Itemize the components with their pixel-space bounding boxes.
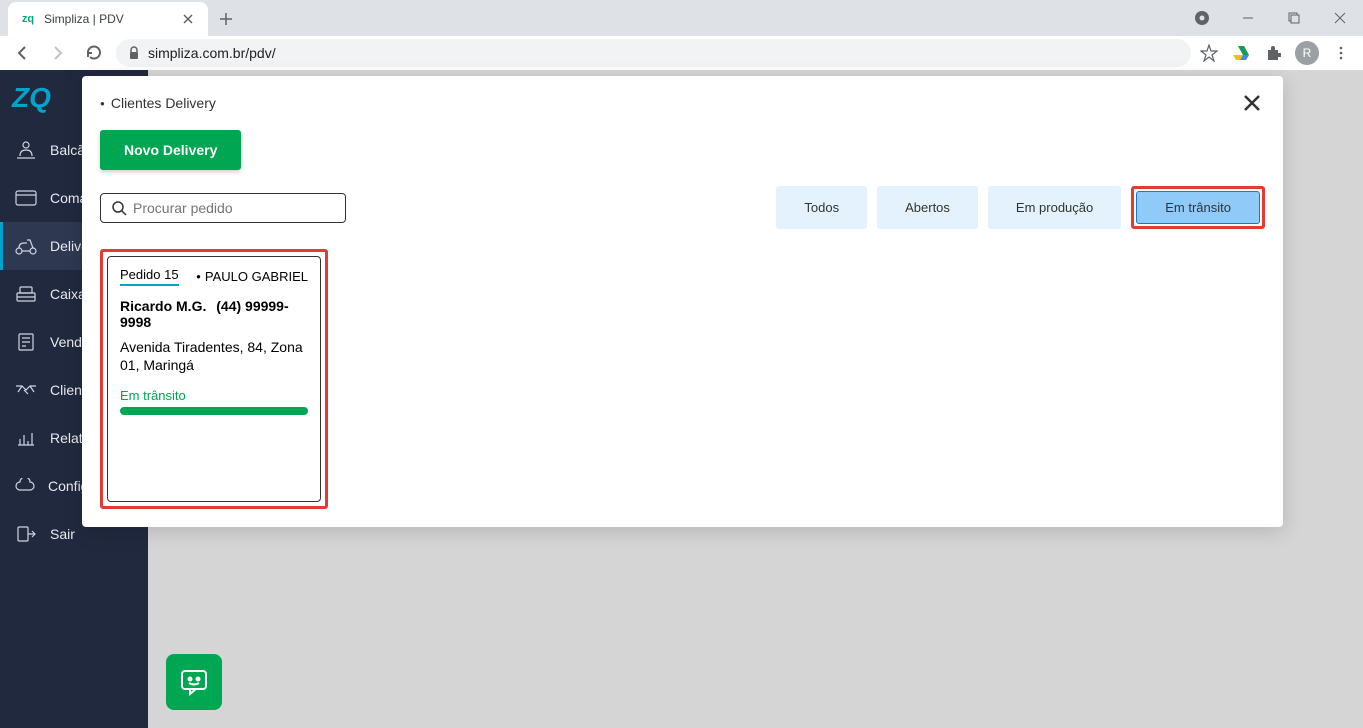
order-status: Em trânsito bbox=[120, 388, 308, 403]
register-icon bbox=[14, 284, 38, 304]
sidebar-item-label: Sair bbox=[50, 526, 75, 542]
highlight-marker: Pedido 15 PAULO GABRIEL Ricardo M.G. (44… bbox=[100, 249, 328, 509]
address-bar[interactable]: simpliza.com.br/pdv/ bbox=[116, 39, 1191, 67]
chart-icon bbox=[14, 428, 38, 448]
scooter-icon bbox=[14, 236, 38, 256]
tab-close-icon[interactable] bbox=[180, 11, 196, 27]
cloud-icon bbox=[14, 476, 36, 496]
exit-icon bbox=[14, 524, 38, 544]
counter-icon bbox=[14, 140, 38, 160]
forward-button[interactable] bbox=[44, 39, 72, 67]
new-tab-button[interactable] bbox=[212, 5, 240, 33]
customer-name: Ricardo M.G. bbox=[120, 298, 206, 314]
progress-bar bbox=[120, 407, 308, 415]
profile-avatar[interactable]: R bbox=[1295, 41, 1319, 65]
customer-address: Avenida Tiradentes, 84, Zona 01, Maringá bbox=[120, 338, 308, 374]
menu-icon[interactable] bbox=[1331, 43, 1351, 63]
search-icon bbox=[111, 200, 127, 216]
search-input[interactable] bbox=[133, 200, 335, 216]
highlight-marker: Em trânsito bbox=[1131, 186, 1265, 229]
drive-icon[interactable] bbox=[1231, 43, 1251, 63]
receipt-icon bbox=[14, 332, 38, 352]
modal-title: Clientes Delivery bbox=[100, 95, 216, 111]
window-close-button[interactable] bbox=[1317, 0, 1363, 36]
favicon-icon: zq bbox=[20, 11, 36, 27]
order-card[interactable]: Pedido 15 PAULO GABRIEL Ricardo M.G. (44… bbox=[107, 256, 321, 502]
order-number: Pedido 15 bbox=[120, 267, 179, 286]
filter-tab-abertos[interactable]: Abertos bbox=[877, 186, 978, 229]
tab-title: Simpliza | PDV bbox=[44, 12, 180, 26]
star-icon[interactable] bbox=[1199, 43, 1219, 63]
window-minimize-button[interactable] bbox=[1225, 0, 1271, 36]
chat-widget-button[interactable] bbox=[166, 654, 222, 710]
browser-tab[interactable]: zq Simpliza | PDV bbox=[8, 2, 208, 36]
delivery-modal: Clientes Delivery Novo Delivery Todos Ab… bbox=[82, 76, 1283, 527]
handshake-icon bbox=[14, 380, 38, 400]
reload-button[interactable] bbox=[80, 39, 108, 67]
profile-indicator-icon[interactable] bbox=[1179, 0, 1225, 36]
filter-tab-todos[interactable]: Todos bbox=[776, 186, 867, 229]
card-icon bbox=[14, 188, 38, 208]
filter-tab-transito[interactable]: Em trânsito bbox=[1136, 191, 1260, 224]
order-user: PAULO GABRIEL bbox=[196, 269, 308, 284]
extensions-icon[interactable] bbox=[1263, 43, 1283, 63]
search-input-wrapper[interactable] bbox=[100, 193, 346, 223]
new-delivery-button[interactable]: Novo Delivery bbox=[100, 130, 241, 170]
window-maximize-button[interactable] bbox=[1271, 0, 1317, 36]
lock-icon bbox=[128, 46, 140, 60]
url-text: simpliza.com.br/pdv/ bbox=[148, 45, 276, 61]
modal-close-button[interactable] bbox=[1239, 90, 1265, 116]
back-button[interactable] bbox=[8, 39, 36, 67]
filter-tab-producao[interactable]: Em produção bbox=[988, 186, 1121, 229]
sidebar-item-label: Caixa bbox=[50, 286, 86, 302]
